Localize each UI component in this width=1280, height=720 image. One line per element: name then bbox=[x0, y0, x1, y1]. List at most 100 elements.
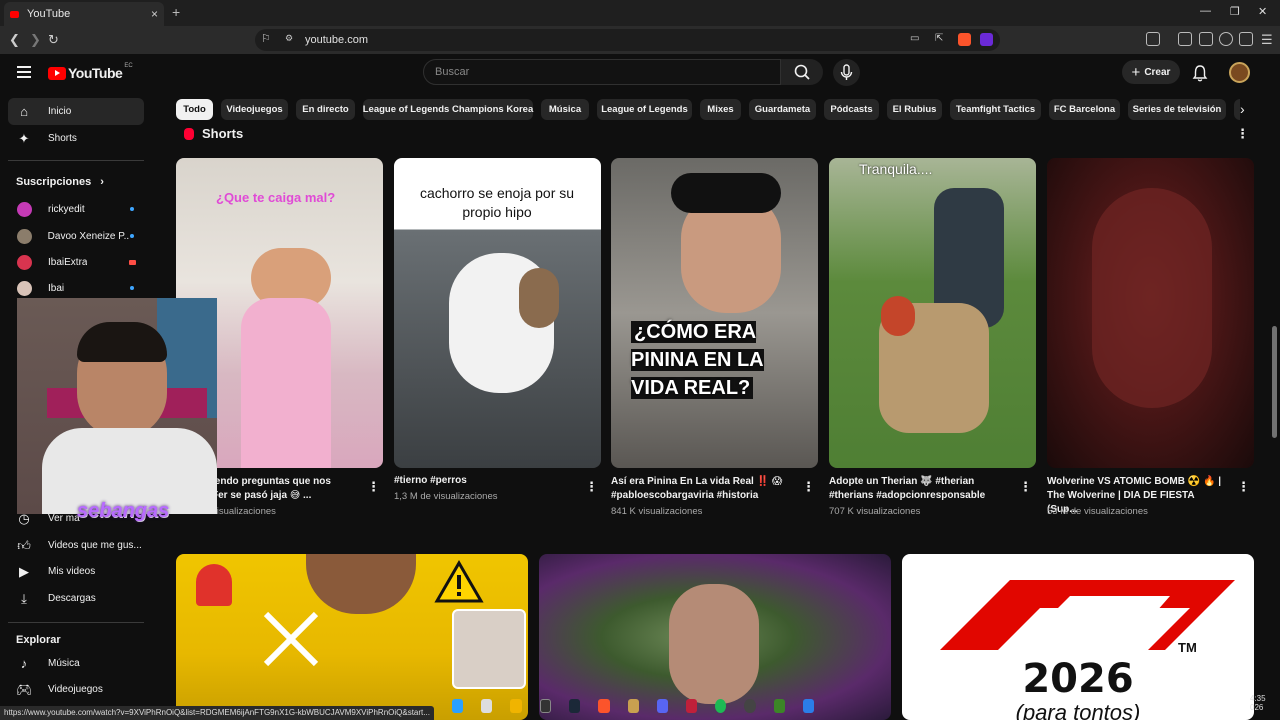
new-tab-icon[interactable]: + bbox=[172, 4, 180, 20]
chevron-right-icon[interactable]: › bbox=[1240, 101, 1245, 117]
epic-games-icon[interactable] bbox=[539, 699, 552, 713]
reader-icon[interactable] bbox=[1146, 32, 1160, 46]
chip[interactable]: Mixes bbox=[700, 99, 741, 120]
share-icon[interactable]: ⇱ bbox=[935, 33, 943, 44]
new-content-dot-icon bbox=[130, 286, 134, 290]
short-views: visualizaciones bbox=[212, 506, 276, 517]
reload-icon[interactable]: ↻ bbox=[48, 32, 59, 48]
sidebar-item-my-videos[interactable]: ▶ Mis videos bbox=[8, 558, 144, 585]
chip[interactable]: League of Legends bbox=[597, 99, 692, 120]
discord-icon[interactable] bbox=[656, 699, 669, 713]
account-avatar[interactable] bbox=[1229, 62, 1250, 83]
chip[interactable]: Teamfight Tactics bbox=[950, 99, 1041, 120]
brave-icon[interactable] bbox=[598, 699, 610, 713]
short-title-line: #pabloescobargaviria #historia bbox=[611, 490, 759, 501]
chip[interactable]: Series de televisión bbox=[1128, 99, 1226, 120]
obs-icon[interactable] bbox=[744, 699, 756, 713]
spotify-icon[interactable] bbox=[715, 699, 727, 713]
file-explorer-icon[interactable] bbox=[510, 699, 522, 713]
subscription-item[interactable]: Ibai bbox=[8, 276, 144, 300]
short-title[interactable]: iendo preguntas que nos Fer se pasó jaja… bbox=[212, 475, 392, 503]
channel-name: rickyedit bbox=[48, 203, 85, 215]
minecraft-icon[interactable] bbox=[773, 699, 785, 713]
tab-close-icon[interactable]: × bbox=[151, 7, 158, 21]
league-icon[interactable] bbox=[627, 699, 639, 713]
chip[interactable]: En directo bbox=[296, 99, 355, 120]
youtube-logo[interactable]: YouTube EC bbox=[48, 63, 133, 81]
more-options-icon[interactable]: ⋮ bbox=[367, 480, 380, 493]
explore-heading: Explorar bbox=[16, 634, 61, 646]
short-thumbnail[interactable]: ¿CÓMO ERA PININA EN LA VIDA REAL? bbox=[611, 158, 818, 468]
voice-search-button[interactable] bbox=[833, 59, 860, 86]
site-info-icon[interactable]: ⚙ bbox=[285, 33, 293, 44]
chip-todo[interactable]: Todo bbox=[176, 99, 213, 120]
short-title-line: Fer se pasó jaja 😅 ... bbox=[212, 490, 312, 501]
video-thumbnail[interactable]: TM 2026 (para tontos) bbox=[902, 554, 1254, 720]
search-input[interactable]: Buscar bbox=[423, 59, 781, 85]
microphone-icon bbox=[840, 64, 853, 80]
music-icon: ♪ bbox=[20, 656, 28, 671]
short-title[interactable]: Adopte un Therian 🐺 #therian #therians #… bbox=[829, 475, 1009, 503]
window-close-icon[interactable]: ✕ bbox=[1258, 5, 1267, 18]
address-bar[interactable]: ⚐ ⚙ youtube.com ▭ ⇱ bbox=[255, 29, 1000, 51]
bookmark-icon[interactable]: ⚐ bbox=[261, 32, 271, 45]
sidebar-divider bbox=[8, 622, 144, 623]
sidebar-item-label: Mis videos bbox=[48, 566, 96, 577]
minimize-icon[interactable]: — bbox=[1200, 5, 1211, 17]
rewards-icon[interactable] bbox=[980, 33, 993, 46]
windows-start-icon[interactable] bbox=[452, 699, 464, 713]
create-button[interactable]: + Crear bbox=[1122, 60, 1180, 84]
short-thumbnail[interactable]: cachorro se enoja por su propio hipo bbox=[394, 158, 601, 468]
search-button[interactable] bbox=[781, 59, 823, 85]
more-options-icon[interactable]: ⋮ bbox=[585, 480, 598, 493]
sidebar-item-label: Shorts bbox=[48, 133, 77, 144]
more-options-icon[interactable]: ⋮ bbox=[1236, 127, 1249, 140]
sidebar-item-music[interactable]: ♪ Música bbox=[8, 650, 144, 677]
chip[interactable]: El Rubius bbox=[887, 99, 942, 120]
sidebar-item-downloads[interactable]: ⤓ Descargas bbox=[8, 585, 144, 612]
menu-icon[interactable]: ☰ bbox=[1261, 32, 1273, 48]
live-indicator-icon bbox=[129, 259, 136, 265]
app-icon[interactable] bbox=[802, 699, 815, 713]
os-taskbar bbox=[452, 692, 832, 720]
sidebar-item-shorts[interactable]: ✦ Shorts bbox=[8, 125, 144, 152]
chip[interactable]: Música bbox=[541, 99, 589, 120]
riot-icon[interactable] bbox=[686, 699, 698, 713]
task-view-icon[interactable] bbox=[481, 699, 493, 713]
streamer-name-overlay: sebangas bbox=[77, 500, 170, 522]
sidebar-item-liked-videos[interactable]: 👍︎ Videos que me gus... bbox=[8, 532, 144, 559]
subscription-item[interactable]: Davoo Xeneize P... bbox=[8, 224, 144, 248]
browser-tab[interactable]: YouTube × bbox=[4, 2, 164, 26]
guide-menu-icon[interactable] bbox=[17, 66, 31, 81]
subscription-item[interactable]: IbaiExtra bbox=[8, 250, 144, 274]
person-head bbox=[306, 554, 416, 614]
short-thumbnail[interactable] bbox=[1047, 158, 1254, 468]
notifications-icon[interactable] bbox=[1192, 64, 1208, 82]
restore-icon[interactable]: ❐ bbox=[1230, 5, 1240, 18]
wallet-icon[interactable] bbox=[1199, 32, 1213, 46]
steam-icon[interactable] bbox=[569, 699, 581, 713]
chip[interactable]: League of Legends Champions Korea bbox=[363, 99, 533, 120]
vpn-icon[interactable] bbox=[1239, 32, 1253, 46]
page-scrollbar[interactable] bbox=[1272, 326, 1277, 438]
chip[interactable]: Pódcasts bbox=[824, 99, 879, 120]
sidebar-item-inicio[interactable]: ⌂ Inicio bbox=[8, 98, 144, 125]
short-title[interactable]: #tierno #perros bbox=[394, 474, 574, 488]
back-icon[interactable]: ❮ bbox=[9, 32, 20, 48]
brave-shield-icon[interactable] bbox=[958, 33, 971, 46]
subscription-item[interactable]: rickyedit bbox=[8, 197, 144, 221]
chip[interactable]: Videojuegos bbox=[221, 99, 288, 120]
subscriptions-heading[interactable]: Suscripciones › bbox=[16, 176, 104, 188]
short-title[interactable]: Así era Pinina En La vida Real ‼️ 😱 #pab… bbox=[611, 475, 791, 503]
more-options-icon[interactable]: ⋮ bbox=[1019, 480, 1032, 493]
sidebar-item-gaming[interactable]: 🎮︎ Videojuegos bbox=[8, 676, 144, 703]
more-options-icon[interactable]: ⋮ bbox=[802, 480, 815, 493]
leo-ai-icon[interactable] bbox=[1219, 32, 1233, 46]
chip[interactable]: FC Barcelona bbox=[1049, 99, 1120, 120]
sidebar-toggle-icon[interactable] bbox=[1178, 32, 1192, 46]
short-thumbnail[interactable]: Tranquila.... bbox=[829, 158, 1036, 468]
forward-icon[interactable]: ❯ bbox=[30, 32, 41, 48]
chip[interactable]: Guardameta bbox=[749, 99, 816, 120]
more-options-icon[interactable]: ⋮ bbox=[1237, 480, 1250, 493]
cast-icon[interactable]: ▭ bbox=[910, 33, 919, 44]
